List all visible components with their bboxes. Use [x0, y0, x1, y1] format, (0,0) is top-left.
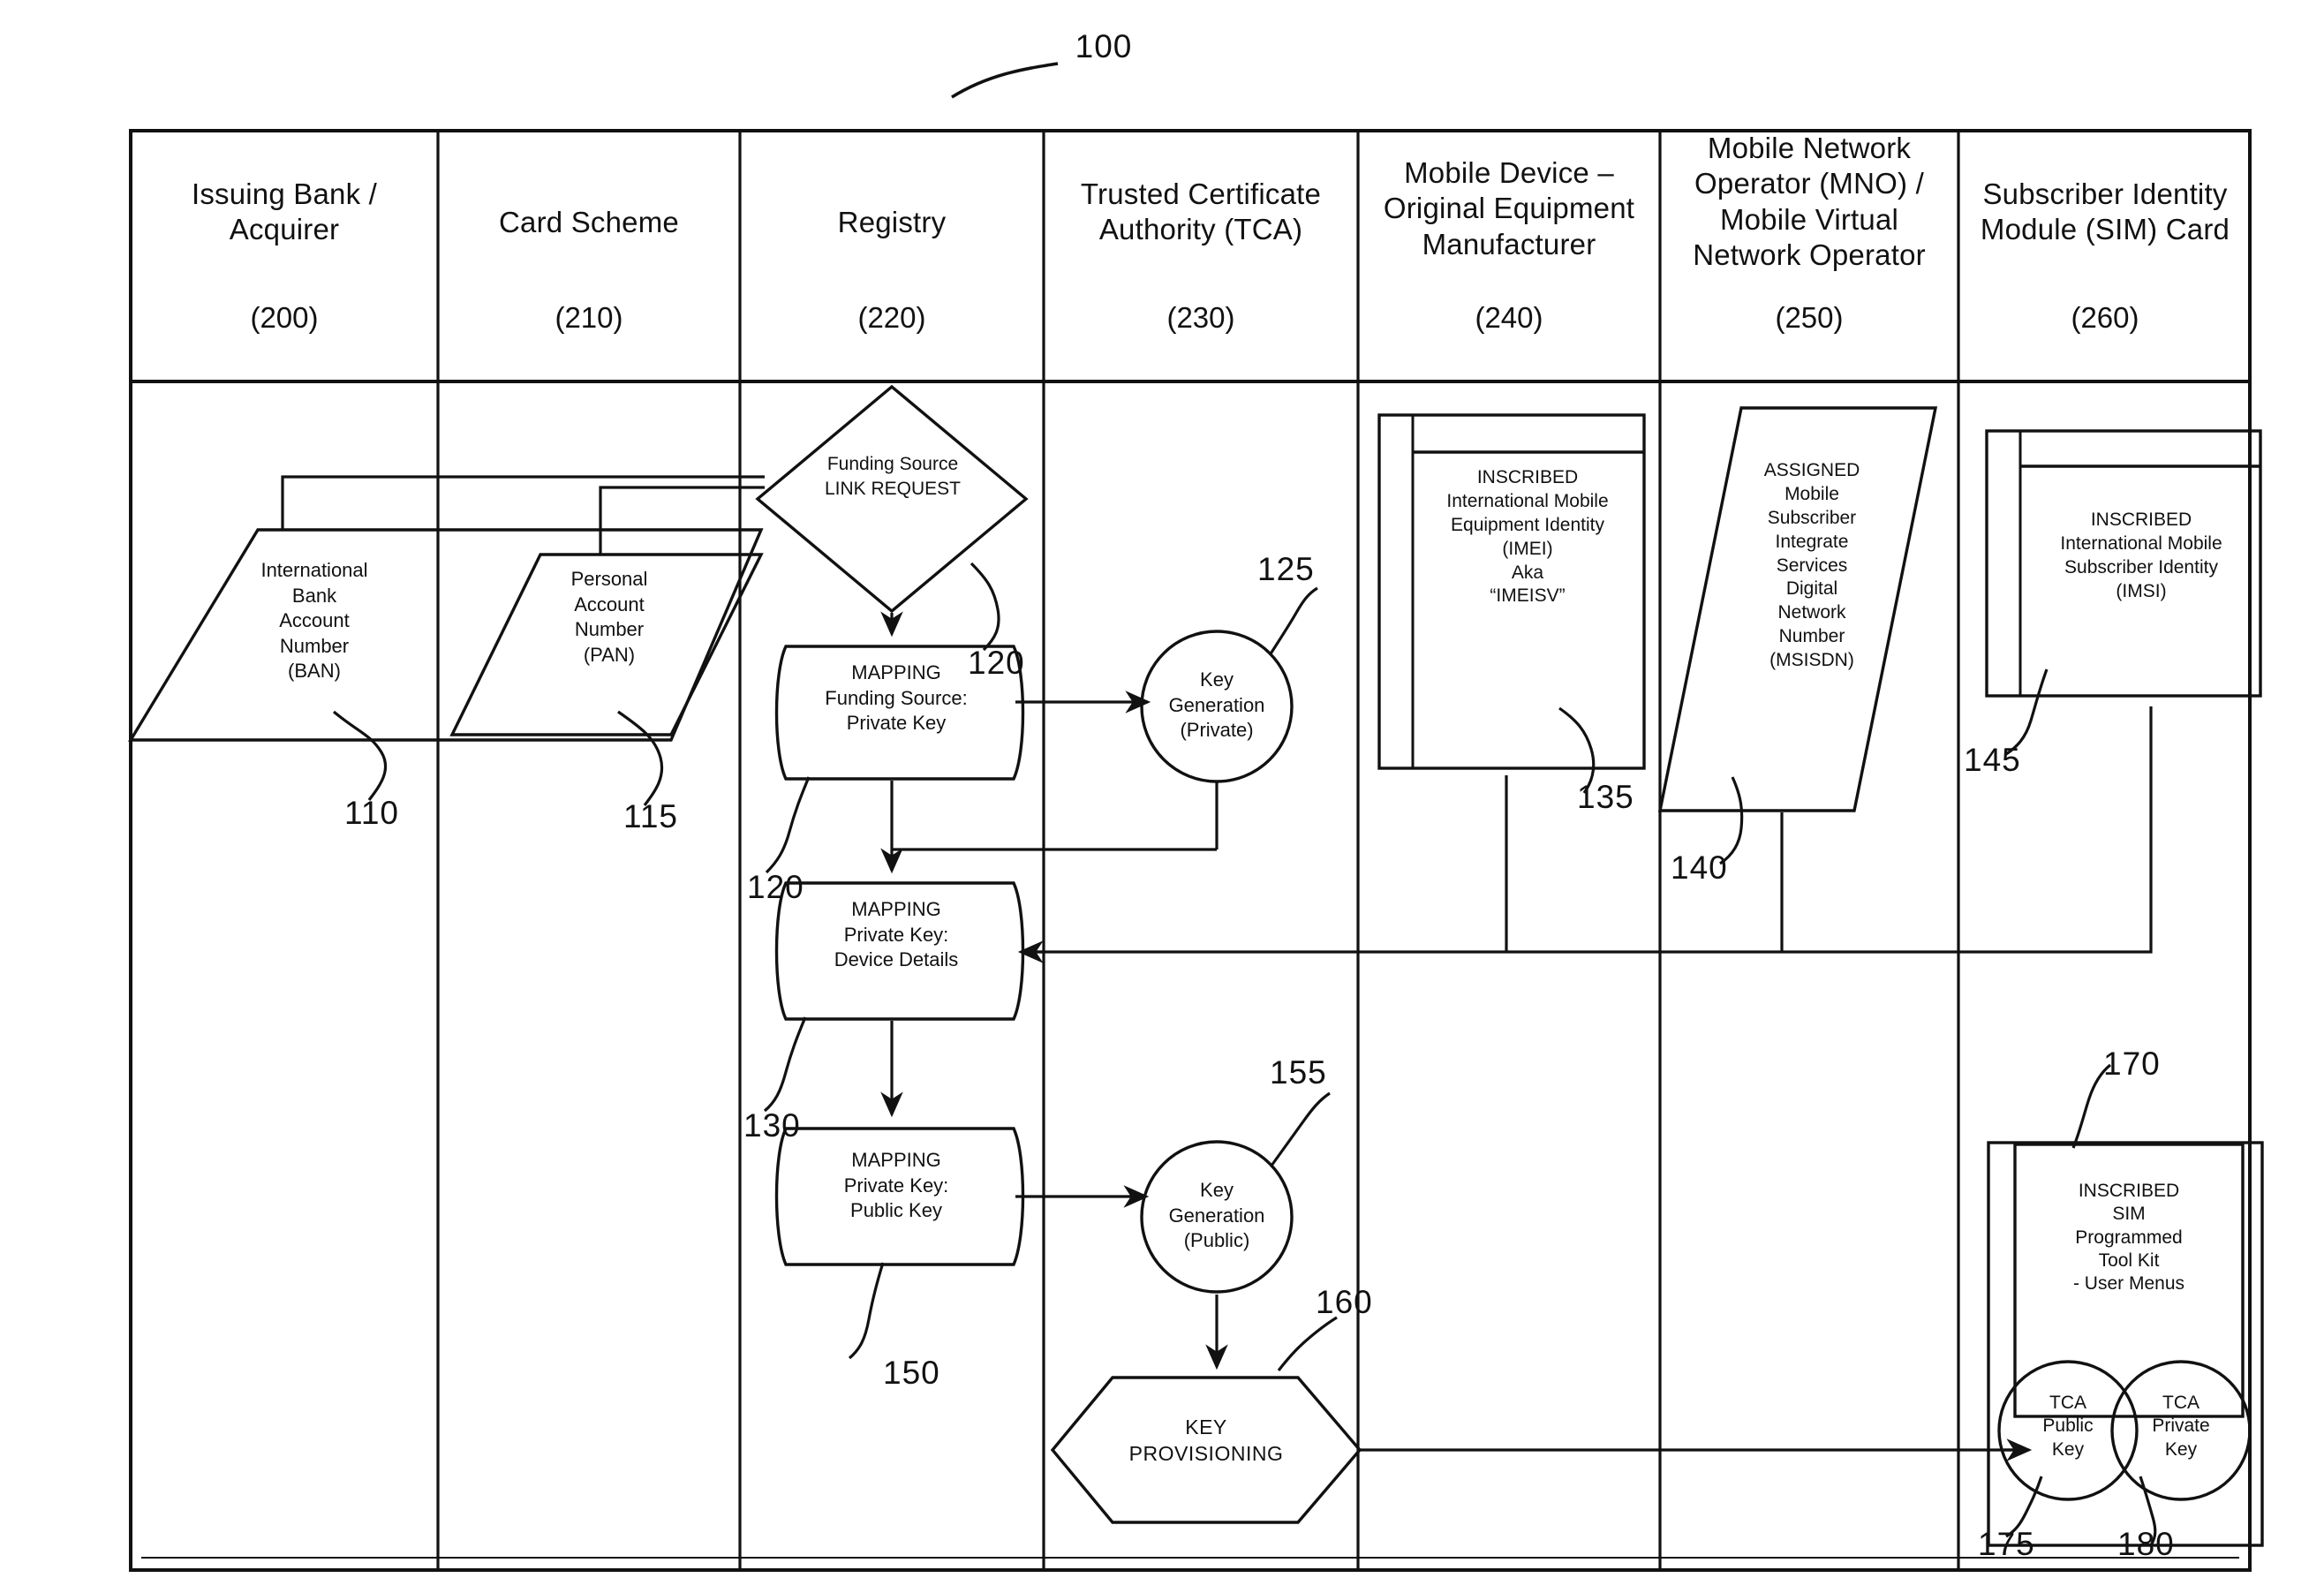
- pan-shape: [449, 553, 764, 736]
- keygen-private-down-connector: [892, 782, 1219, 851]
- mapping-funding-private-ref-leader: [765, 776, 811, 874]
- iban-ref-leader: [332, 710, 388, 801]
- imei-ref-leader: [1558, 706, 1596, 794]
- tca-private-key-ref-leader: [2139, 1476, 2157, 1546]
- imsi-card-shape: [1985, 429, 2262, 698]
- key-gen-public-ref-leader: [1270, 1091, 1331, 1166]
- mapping-private-public-shape: [774, 1127, 1025, 1266]
- iban-connector: [281, 475, 765, 530]
- tca-public-key-ref-leader: [2005, 1476, 2043, 1538]
- tca-private-key-circle: [2110, 1360, 2252, 1501]
- key-provisioning-ref-leader: [1277, 1316, 1338, 1371]
- iban-shape: [127, 528, 764, 742]
- mapping-private-device-shape: [774, 881, 1025, 1021]
- diagram-vector-layer: [127, 62, 2264, 1572]
- mapping-private-device-ref-leader: [763, 1016, 807, 1113]
- msisdn-ref-leader: [1719, 776, 1744, 865]
- patent-figure-canvas: 100 Issuing Bank / Acquirer (200) Card S…: [0, 0, 2324, 1593]
- mapping-private-public-ref-leader: [848, 1262, 885, 1360]
- link-request-diamond: [755, 384, 1029, 614]
- key-generation-public-circle: [1140, 1140, 1294, 1294]
- imsi-ref-leader: [2005, 668, 2049, 756]
- device-details-feed-lines: [1017, 706, 2153, 963]
- key-provisioning-hexagon: [1050, 1376, 1362, 1524]
- pan-ref-leader: [617, 710, 664, 806]
- tca-public-key-circle: [1997, 1360, 2139, 1501]
- mapping-funding-private-shape: [774, 645, 1025, 781]
- sim-toolkit-ref-leader: [2071, 1063, 2112, 1149]
- key-gen-private-ref-leader: [1268, 586, 1318, 656]
- figure-leader-line: [951, 62, 1059, 99]
- msisdn-shape: [1657, 406, 1938, 812]
- link-request-ref-leader: [970, 562, 1000, 652]
- imei-card-shape: [1377, 413, 1646, 770]
